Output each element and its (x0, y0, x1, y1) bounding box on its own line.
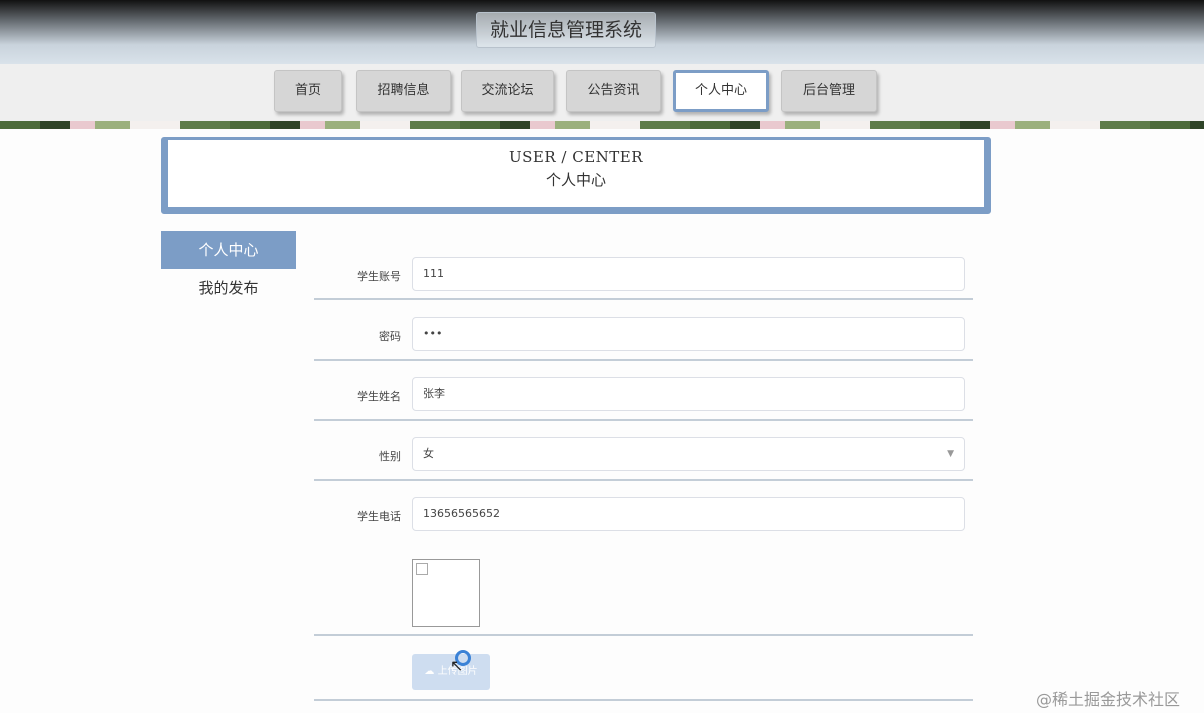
sidebar-item-my-posts[interactable]: 我的发布 (161, 269, 296, 307)
section-title-en: USER / CENTER (508, 148, 644, 166)
form-row-name: 学生姓名 张李 (314, 369, 973, 421)
avatar-image-preview (412, 559, 480, 627)
site-title: 就业信息管理系统 (476, 12, 656, 48)
form-row-phone: 学生电话 13656565652 (314, 489, 973, 537)
mouse-cursor-icon: ↖ (450, 656, 464, 675)
banner-image-strip (0, 121, 1204, 129)
gender-select-value: 女 (423, 447, 434, 460)
broken-image-icon (416, 563, 428, 575)
nav-item-home[interactable]: 首页 (274, 70, 342, 112)
form-row-avatar (314, 537, 973, 636)
nav-item-user-center[interactable]: 个人中心 (673, 70, 769, 112)
sidebar-item-user-center[interactable]: 个人中心 (161, 231, 296, 269)
upload-cloud-icon: ☁ (424, 666, 435, 677)
main-nav: 首页 招聘信息 交流论坛 公告资讯 个人中心 后台管理 (0, 64, 1204, 121)
nav-item-jobs[interactable]: 招聘信息 (356, 70, 451, 112)
chevron-down-icon: ▼ (947, 449, 954, 459)
phone-input[interactable]: 13656565652 (412, 497, 965, 531)
password-label: 密码 (379, 330, 401, 343)
gender-select[interactable]: 女 ▼ (412, 437, 965, 471)
nav-item-admin[interactable]: 后台管理 (781, 70, 877, 112)
watermark: @稀土掘金技术社区 (1036, 690, 1181, 709)
section-header: USER / CENTER 个人中心 (161, 137, 991, 214)
title-band: 就业信息管理系统 (0, 0, 1204, 64)
gender-label: 性别 (379, 450, 401, 463)
form-row-account: 学生账号 111 (314, 249, 973, 300)
form-row-gender: 性别 女 ▼ (314, 429, 973, 481)
nav-item-forum[interactable]: 交流论坛 (461, 70, 554, 112)
account-input[interactable]: 111 (412, 257, 965, 291)
account-label: 学生账号 (357, 270, 401, 283)
nav-item-news[interactable]: 公告资讯 (566, 70, 661, 112)
name-input[interactable]: 张李 (412, 377, 965, 411)
form-row-password: 密码 ••• (314, 309, 973, 361)
name-label: 学生姓名 (357, 390, 401, 403)
section-title-cn: 个人中心 (545, 171, 606, 189)
phone-label: 学生电话 (357, 510, 401, 523)
password-input[interactable]: ••• (412, 317, 965, 351)
form-row-upload: ☁ 上传图片 (314, 636, 973, 701)
